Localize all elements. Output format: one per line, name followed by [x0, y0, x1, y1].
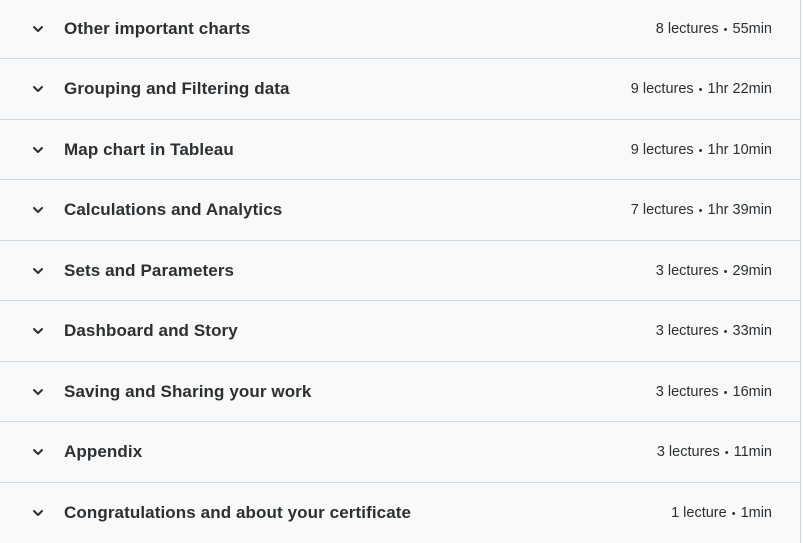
chevron-down-icon[interactable]: [30, 263, 46, 279]
section-title: Appendix: [64, 442, 143, 461]
section-content-length: 9 lectures • 1hr 10min: [631, 142, 772, 158]
bullet-separator: •: [723, 265, 728, 278]
bullet-separator: •: [724, 447, 729, 459]
section-duration: 1hr 10min: [707, 141, 772, 158]
bullet-separator: •: [723, 326, 728, 338]
bullet-separator: •: [723, 386, 728, 399]
section-panel-toggle[interactable]: Congratulations and about your certifica…: [0, 482, 800, 543]
section-content-length: 1 lecture • 1min: [671, 505, 772, 521]
section-panel-toggle[interactable]: Saving and Sharing your work 3 lectures • 1…: [0, 361, 800, 421]
chevron-down-icon[interactable]: [30, 81, 46, 97]
section-duration: 55min: [732, 21, 773, 37]
section-content-length: 3 lectures • 11min: [657, 444, 772, 460]
section-panel-toggle[interactable]: Calculations and Analytics 7 lectures • 1hr…: [0, 179, 800, 240]
section-duration: 1hr 22min: [707, 81, 772, 97]
section-duration: 29min: [732, 262, 773, 279]
section-title: Sets and Parameters: [64, 260, 235, 280]
section-content-length: 3 lectures • 16min: [656, 384, 772, 400]
section-duration: 33min: [732, 323, 773, 339]
section-duration: 1min: [740, 504, 772, 521]
section-panel-toggle[interactable]: Map chart in Tableau 9 lectures • 1hr 10min: [0, 119, 800, 179]
section-duration: 11min: [733, 444, 772, 460]
section-panel-toggle[interactable]: Appendix 3 lectures • 11min: [0, 421, 800, 482]
lecture-count: 7 lectures: [630, 202, 694, 218]
section-panel-toggle[interactable]: Grouping and Filtering data 9 lectures • 1h…: [0, 58, 800, 119]
lecture-count: 3 lectures: [655, 262, 719, 279]
section-title: Map chart in Tableau: [64, 139, 234, 159]
section-duration: 1hr 39min: [707, 202, 772, 218]
lecture-count: 8 lectures: [655, 21, 719, 37]
lecture-count: 3 lectures: [655, 383, 719, 400]
lecture-count: 3 lectures: [655, 323, 719, 339]
section-panel-toggle[interactable]: Other important charts 8 lectures • 55min: [0, 0, 800, 58]
section-panel-toggle[interactable]: Sets and Parameters 3 lectures • 29min: [0, 240, 800, 300]
section-content-length: 9 lectures • 1hr 22min: [631, 81, 772, 97]
bullet-separator: •: [731, 507, 736, 520]
chevron-down-icon[interactable]: [30, 505, 46, 521]
lecture-count: 9 lectures: [630, 81, 694, 97]
bullet-separator: •: [698, 144, 703, 157]
section-content-length: 7 lectures • 1hr 39min: [631, 202, 772, 218]
section-duration: 16min: [732, 383, 773, 400]
chevron-down-icon[interactable]: [30, 384, 46, 400]
bullet-separator: •: [723, 24, 728, 36]
section-title: Saving and Sharing your work: [64, 381, 312, 401]
section-title: Dashboard and Story: [64, 321, 238, 340]
bullet-separator: •: [698, 84, 703, 96]
section-title: Congratulations and about your certifica…: [64, 502, 412, 522]
chevron-down-icon[interactable]: [30, 202, 46, 218]
chevron-down-icon[interactable]: [30, 21, 46, 37]
section-content-length: 3 lectures • 33min: [656, 323, 772, 339]
section-title: Grouping and Filtering data: [64, 79, 290, 98]
section-panel-toggle[interactable]: Dashboard and Story 3 lectures • 33min: [0, 300, 800, 361]
chevron-down-icon[interactable]: [30, 323, 46, 339]
section-content-length: 8 lectures • 55min: [656, 21, 772, 37]
bullet-separator: •: [698, 205, 703, 217]
section-content-length: 3 lectures • 29min: [656, 263, 772, 279]
course-curriculum: Other important charts 8 lectures • 55min Gr…: [0, 0, 801, 543]
chevron-down-icon[interactable]: [30, 142, 46, 158]
lecture-count: 9 lectures: [630, 141, 694, 158]
lecture-count: 1 lecture: [671, 504, 727, 521]
chevron-down-icon[interactable]: [30, 444, 46, 460]
section-title: Other important charts: [64, 19, 251, 38]
lecture-count: 3 lectures: [656, 444, 720, 460]
section-title: Calculations and Analytics: [64, 200, 283, 219]
